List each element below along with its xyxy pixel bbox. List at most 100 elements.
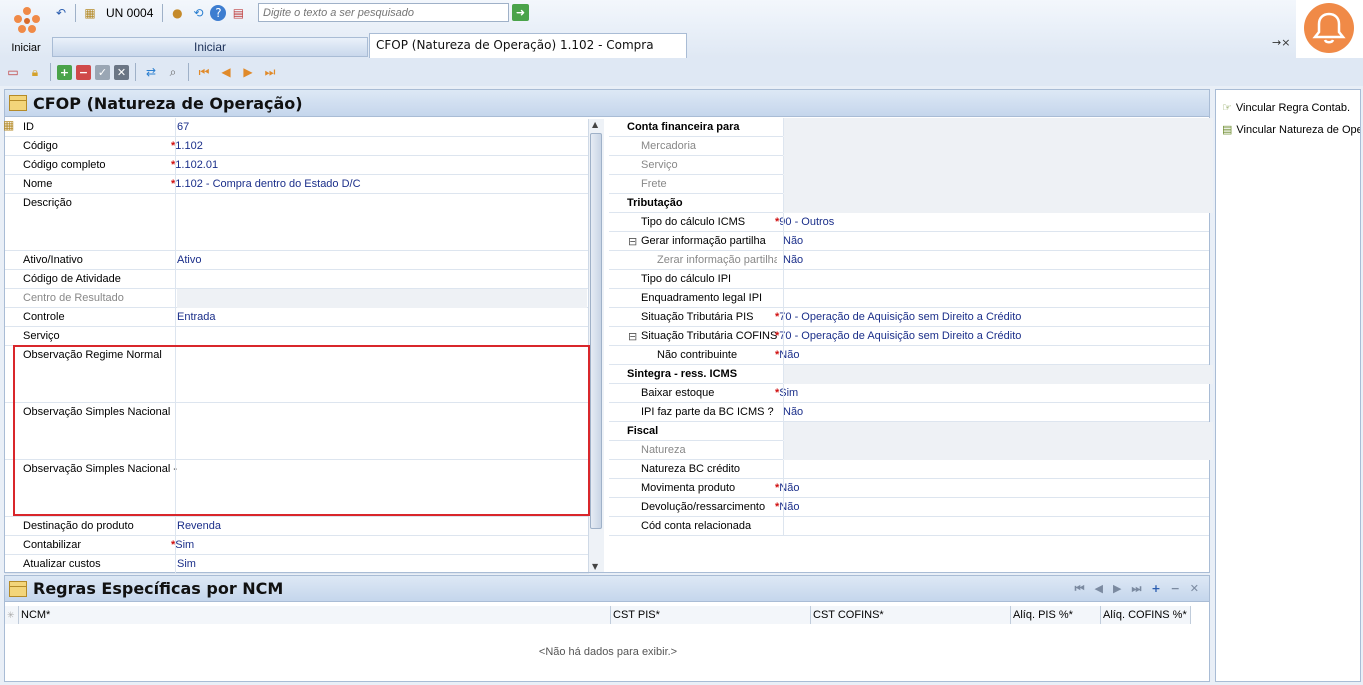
separator [135, 63, 136, 81]
field-value[interactable] [783, 175, 1213, 194]
remove-button[interactable]: − [76, 64, 91, 80]
col-ncm[interactable]: NCM* [19, 606, 611, 624]
search-input[interactable] [258, 3, 509, 22]
scroll-up-icon[interactable]: ▲ [592, 120, 598, 129]
field-value[interactable]: *Sim [775, 384, 1205, 403]
field-value-text: Não [783, 406, 804, 418]
grid-icon[interactable]: ▦ [81, 4, 99, 22]
collapse-icon[interactable]: ⊟ [628, 327, 637, 346]
search-go-button[interactable]: ➜ [512, 4, 529, 21]
field-value[interactable]: *Não [775, 498, 1205, 517]
field-value[interactable]: *1.102 [171, 137, 581, 156]
field-value[interactable] [783, 422, 1213, 441]
link-vincular-regra[interactable]: ☞ Vincular Regra Contab. [1222, 98, 1360, 118]
col-cst-cofins[interactable]: CST COFINS* [811, 606, 1011, 624]
users-icon[interactable]: ● [168, 4, 186, 22]
field-value[interactable]: Não [775, 232, 1205, 251]
field-value[interactable]: *70 - Operação de Aquisição sem Direito … [775, 308, 1205, 327]
field-value[interactable]: *Sim [171, 536, 581, 555]
field-value[interactable]: *Não [775, 479, 1205, 498]
table-icon [9, 580, 27, 597]
field-value[interactable] [775, 517, 1205, 536]
remove-row-icon[interactable]: − [1171, 582, 1180, 595]
column-divider [783, 118, 784, 136]
empty-message: <Não há dados para exibir.> [538, 646, 678, 658]
last-page-icon[interactable]: ⏭ [1131, 582, 1141, 596]
close-grid-icon[interactable]: ✕ [1190, 582, 1199, 595]
calendar-icon[interactable]: ▤ [229, 4, 247, 22]
field-label: Situação Tributária PIS [641, 311, 754, 323]
cancel-button[interactable]: ✕ [114, 64, 129, 80]
right-field-row: Tipo do cálculo ICMS *90 - Outros [609, 213, 1209, 232]
field-value[interactable]: Sim [177, 555, 587, 574]
column-divider [175, 327, 176, 345]
notifications-button[interactable] [1296, 0, 1363, 58]
first-record-icon[interactable]: ⏮ [195, 63, 213, 81]
field-value[interactable]: *70 - Operação de Aquisição sem Direito … [775, 327, 1205, 346]
lock-icon[interactable]: 🔒︎ [26, 63, 44, 81]
tab-cfop[interactable]: CFOP (Natureza de Operação) 1.102 - Comp… [369, 33, 687, 75]
tab-iniciar[interactable]: Iniciar [52, 37, 368, 57]
field-value[interactable]: *90 - Outros [775, 213, 1205, 232]
field-value[interactable]: Entrada [177, 308, 587, 327]
field-value[interactable]: 67 [177, 118, 587, 137]
preview-icon[interactable]: ⌕ [164, 63, 182, 81]
col-aliq-pis[interactable]: Alíq. PIS %* [1011, 606, 1101, 624]
field-value[interactable]: Não [775, 251, 1205, 270]
prev-record-icon[interactable]: ◀ [217, 63, 235, 81]
scroll-down-icon[interactable]: ▼ [592, 562, 598, 571]
row-selector-header: ✳ [5, 606, 19, 624]
refresh-icon[interactable]: ⟲ [189, 4, 207, 22]
field-value-text: 1.102 - Compra dentro do Estado D/C [175, 178, 361, 190]
field-value[interactable]: Revenda [177, 517, 587, 536]
field-value-text: Não [783, 254, 804, 266]
field-value[interactable] [177, 270, 587, 289]
field-value[interactable] [177, 194, 587, 213]
column-divider [783, 498, 784, 516]
home-button[interactable]: Iniciar [4, 4, 48, 56]
field-value[interactable] [783, 137, 1213, 156]
add-button[interactable]: + [57, 64, 72, 80]
field-value[interactable] [775, 270, 1205, 289]
prev-page-icon[interactable]: ◀ [1095, 582, 1103, 595]
field-label: Destinação do produto [23, 520, 134, 532]
field-value[interactable] [177, 289, 587, 308]
first-page-icon[interactable]: ⏮ [1075, 582, 1085, 596]
field-value[interactable]: Não [775, 403, 1205, 422]
tab-close-controls[interactable]: →× [1272, 36, 1290, 49]
next-record-icon[interactable]: ▶ [239, 63, 257, 81]
undo-icon[interactable]: ↶ [52, 4, 70, 22]
field-value[interactable] [783, 118, 1213, 137]
field-label: Situação Tributária COFINS [641, 330, 777, 342]
field-value[interactable] [775, 460, 1205, 479]
field-label: Zerar informação partilha [657, 254, 777, 266]
confirm-button[interactable]: ✓ [95, 64, 110, 80]
field-value[interactable] [177, 327, 587, 346]
field-value[interactable] [775, 289, 1205, 308]
column-divider [783, 308, 784, 326]
field-value[interactable]: Ativo [177, 251, 587, 270]
scroll-thumb[interactable] [590, 133, 602, 529]
new-record-icon[interactable]: ▭ [4, 63, 22, 81]
add-row-icon[interactable]: + [1151, 582, 1160, 595]
col-cst-pis[interactable]: CST PIS* [611, 606, 811, 624]
next-page-icon[interactable]: ▶ [1113, 582, 1121, 595]
field-value[interactable] [783, 365, 1213, 384]
field-value[interactable] [783, 441, 1213, 460]
field-value[interactable]: *Não [775, 346, 1205, 365]
app-logo-icon [14, 7, 40, 33]
main-toolbar: ↶ ▦ UN 0004 ● ⟲ ? ▤ [52, 2, 247, 24]
form-title: CFOP (Natureza de Operação) [33, 93, 303, 113]
field-value[interactable] [783, 194, 1213, 213]
field-value[interactable]: *1.102 - Compra dentro do Estado D/C [171, 175, 581, 194]
col-aliq-cofins[interactable]: Alíq. COFINS %* [1101, 606, 1191, 624]
field-value[interactable]: *1.102.01 [171, 156, 581, 175]
unit-selector[interactable]: UN 0004 [106, 6, 153, 20]
left-field-row: ▦ ID 67 [3, 118, 589, 137]
refresh-icon[interactable]: ⇄ [142, 63, 160, 81]
help-icon[interactable]: ? [210, 5, 227, 21]
last-record-icon[interactable]: ⏭ [261, 63, 279, 81]
collapse-icon[interactable]: ⊟ [628, 232, 637, 251]
field-value[interactable] [783, 156, 1213, 175]
link-vincular-natureza[interactable]: ▤ Vincular Natureza de Operação [1222, 120, 1360, 140]
